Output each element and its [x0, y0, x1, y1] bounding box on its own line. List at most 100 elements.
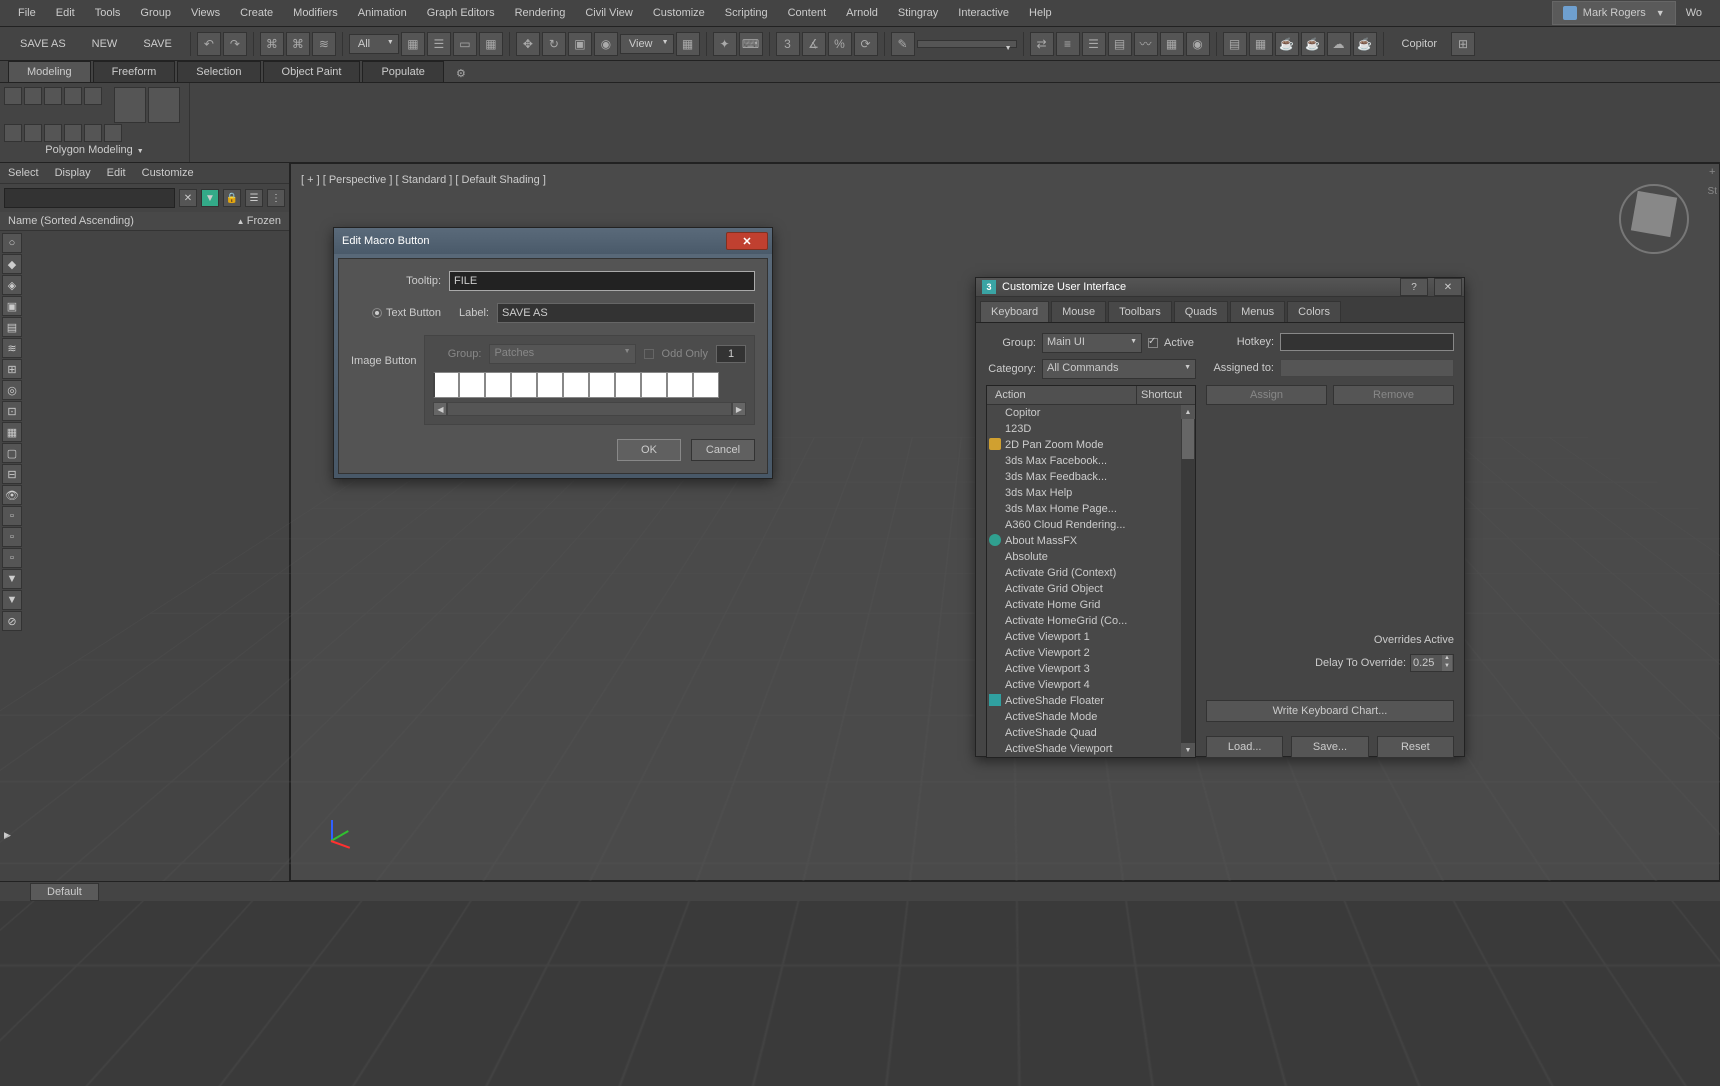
render-frame-icon[interactable]: ▦ — [1249, 32, 1273, 56]
selection-filter-dropdown[interactable]: All — [349, 34, 399, 54]
action-item[interactable]: 3ds Max Feedback... — [987, 469, 1195, 485]
subobj-element-icon[interactable] — [84, 87, 102, 105]
load-button[interactable]: Load... — [1206, 736, 1283, 758]
index-input[interactable] — [716, 345, 746, 363]
view-cube[interactable] — [1619, 184, 1689, 254]
action-item[interactable]: About MassFX — [987, 533, 1195, 549]
unlink-icon[interactable]: ⌘ — [286, 32, 310, 56]
odd-only-checkbox[interactable] — [644, 349, 654, 359]
close-icon[interactable]: ✕ — [179, 189, 197, 207]
schematic-view-icon[interactable]: ▦ — [1160, 32, 1184, 56]
action-item[interactable]: 123D — [987, 421, 1195, 437]
action-item[interactable]: Active Viewport 4 — [987, 677, 1195, 693]
align-icon[interactable]: ≡ — [1056, 32, 1080, 56]
filter-container-icon[interactable]: ▢ — [2, 443, 22, 463]
col-shortcut[interactable]: Shortcut — [1137, 386, 1195, 404]
ribbon-big-1[interactable] — [114, 87, 146, 123]
tooltip-input[interactable] — [449, 271, 755, 291]
action-item[interactable]: A360 Cloud Rendering... — [987, 517, 1195, 533]
filter-cameras-icon[interactable]: ▤ — [2, 317, 22, 337]
subobj-polygon-icon[interactable] — [64, 87, 82, 105]
write-keyboard-chart-button[interactable]: Write Keyboard Chart... — [1206, 700, 1454, 722]
menu-graph-editors[interactable]: Graph Editors — [417, 1, 505, 25]
category-dropdown[interactable]: All Commands — [1042, 359, 1196, 379]
filter-shapes-icon[interactable]: ◈ — [2, 275, 22, 295]
spinner-snap-icon[interactable]: ⟳ — [854, 32, 878, 56]
action-item[interactable]: ActiveShade Quad — [987, 725, 1195, 741]
filter-hidden-icon[interactable]: 👁 — [2, 485, 22, 505]
move-icon[interactable]: ✥ — [516, 32, 540, 56]
list-icon[interactable]: ☰ — [245, 189, 263, 207]
action-item[interactable]: Active Viewport 3 — [987, 661, 1195, 677]
ribbon-big-2[interactable] — [148, 87, 180, 123]
active-checkbox[interactable] — [1148, 338, 1158, 348]
ok-button[interactable]: OK — [617, 439, 681, 461]
scene-search-input[interactable] — [4, 188, 175, 208]
scale-icon[interactable]: ▣ — [568, 32, 592, 56]
ribbon-btn-d[interactable] — [64, 124, 82, 142]
menu-animation[interactable]: Animation — [348, 1, 417, 25]
menu-civil-view[interactable]: Civil View — [575, 1, 642, 25]
ribbon-btn-a[interactable] — [4, 124, 22, 142]
filter-funnel-icon[interactable]: ▼ — [2, 569, 22, 589]
filter-funnel2-icon[interactable]: ▼ — [2, 590, 22, 610]
scene-tab-customize[interactable]: Customize — [142, 167, 194, 179]
image-button-radio[interactable]: Image Button — [351, 355, 416, 367]
menu-arnold[interactable]: Arnold — [836, 1, 888, 25]
action-item[interactable]: 2D Pan Zoom Mode — [987, 437, 1195, 453]
subobj-vertex-icon[interactable] — [4, 87, 22, 105]
toggle-ribbon-icon[interactable]: ▤ — [1108, 32, 1132, 56]
label-input[interactable] — [497, 303, 755, 323]
menu-stingray[interactable]: Stingray — [888, 1, 948, 25]
action-item[interactable]: 3ds Max Help — [987, 485, 1195, 501]
action-item[interactable]: 3ds Max Facebook... — [987, 453, 1195, 469]
icon-swatches[interactable] — [433, 372, 746, 398]
menu-interactive[interactable]: Interactive — [948, 1, 1019, 25]
action-item[interactable]: Copitor — [987, 405, 1195, 421]
filter-bone-icon[interactable]: ▦ — [2, 422, 22, 442]
col-action[interactable]: Action — [987, 386, 1137, 404]
action-item[interactable]: ActiveShade Mode — [987, 709, 1195, 725]
menu-help[interactable]: Help — [1019, 1, 1062, 25]
action-item[interactable]: Active Viewport 2 — [987, 645, 1195, 661]
remove-button[interactable]: Remove — [1333, 385, 1454, 405]
cui-tab-mouse[interactable]: Mouse — [1051, 301, 1106, 322]
filter-clear-icon[interactable]: ⊘ — [2, 611, 22, 631]
render-setup-icon[interactable]: ▤ — [1223, 32, 1247, 56]
filter-lights-icon[interactable]: ▣ — [2, 296, 22, 316]
ribbon-tab-populate[interactable]: Populate — [362, 61, 443, 82]
add-icon[interactable]: + — [1709, 166, 1715, 178]
ribbon-tab-object-paint[interactable]: Object Paint — [263, 61, 361, 82]
delay-spinner[interactable]: 0.25 ▲▼ — [1410, 654, 1454, 672]
help-button[interactable]: ? — [1400, 278, 1428, 296]
chevron-down-icon[interactable] — [137, 144, 144, 156]
scroll-track[interactable] — [447, 402, 732, 416]
action-item[interactable]: Activate Grid (Context) — [987, 565, 1195, 581]
action-item[interactable]: ActiveShade Viewport — [987, 741, 1195, 757]
action-item[interactable]: Activate HomeGrid (Co... — [987, 613, 1195, 629]
subobj-border-icon[interactable] — [44, 87, 62, 105]
placement-icon[interactable]: ◉ — [594, 32, 618, 56]
ref-coord-dropdown[interactable]: View — [620, 34, 674, 54]
bind-icon[interactable]: ≋ — [312, 32, 336, 56]
cui-tab-keyboard[interactable]: Keyboard — [980, 301, 1049, 322]
qat-save-as[interactable]: SAVE AS — [8, 34, 78, 54]
manipulate-icon[interactable]: ✦ — [713, 32, 737, 56]
scroll-up-icon[interactable]: ▲ — [1181, 405, 1195, 419]
menu-create[interactable]: Create — [230, 1, 283, 25]
scene-col-name[interactable]: Name (Sorted Ascending) — [8, 215, 134, 227]
cui-tab-quads[interactable]: Quads — [1174, 301, 1228, 322]
close-button[interactable]: ✕ — [1434, 278, 1462, 296]
qat-save[interactable]: SAVE — [131, 34, 184, 54]
pivot-icon[interactable]: ▦ — [676, 32, 700, 56]
filter-none1-icon[interactable]: ▫ — [2, 506, 22, 526]
qat-new[interactable]: NEW — [80, 34, 130, 54]
scene-tab-edit[interactable]: Edit — [107, 167, 126, 179]
filter-xrefs-icon[interactable]: ⊡ — [2, 401, 22, 421]
lock-icon[interactable]: 🔒 — [223, 189, 241, 207]
menu-content[interactable]: Content — [778, 1, 837, 25]
menu-group[interactable]: Group — [130, 1, 181, 25]
menu-rendering[interactable]: Rendering — [505, 1, 576, 25]
select-region-icon[interactable]: ▭ — [453, 32, 477, 56]
hotkey-input[interactable] — [1280, 333, 1454, 351]
